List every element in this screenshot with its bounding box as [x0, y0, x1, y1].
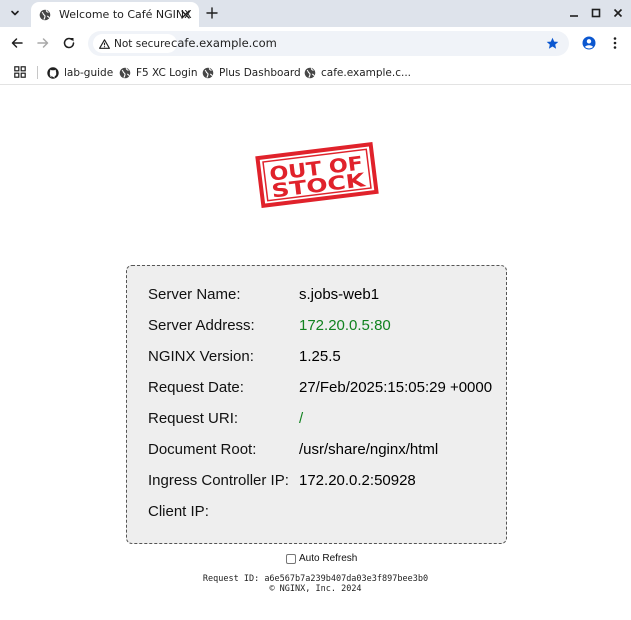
value-nginx-version: 1.25.5: [299, 348, 341, 365]
security-label: Not secure: [114, 37, 171, 50]
new-tab-icon[interactable]: [205, 6, 219, 20]
request-id: Request ID: a6e567b7a239b407da03e3f897be…: [202, 574, 429, 584]
bookmark-label: Plus Dashboard: [219, 66, 301, 79]
maximize-icon[interactable]: [590, 7, 602, 19]
minimize-icon[interactable]: [568, 7, 580, 19]
apps-grid-icon[interactable]: [14, 66, 26, 78]
bookmark-label: lab-guide: [64, 66, 114, 79]
chevron-down-icon: [11, 10, 19, 16]
reload-icon[interactable]: [62, 36, 76, 50]
label-nginx-version: NGINX Version:: [148, 348, 254, 365]
github-icon: [47, 66, 59, 79]
star-icon[interactable]: [546, 37, 559, 50]
tab-strip: Welcome to Café NGINX: [0, 0, 631, 27]
label-request-uri: Request URI:: [148, 410, 239, 427]
auto-refresh-checkbox[interactable]: [286, 553, 296, 564]
value-request-date: 27/Feb/2025:15:05:29 +0000: [299, 379, 493, 396]
auto-refresh-label: Auto Refresh: [299, 553, 358, 564]
label-request-date: Request Date:: [148, 379, 244, 396]
label-server-name: Server Name:: [148, 286, 241, 303]
url-text[interactable]: cafe.example.com: [171, 36, 277, 50]
auto-refresh-control[interactable]: Auto Refresh: [286, 553, 357, 564]
bookmark-lab-guide[interactable]: lab-guide: [47, 64, 113, 81]
bookmark-f5-xc-login[interactable]: F5 XC Login: [119, 64, 197, 81]
tab-title: Welcome to Café NGINX: [59, 8, 192, 21]
bookmark-label: cafe.example.c...: [321, 66, 412, 79]
forward-arrow-icon[interactable]: [36, 36, 50, 50]
label-client-ip: Client IP:: [148, 503, 209, 520]
label-server-address: Server Address:: [148, 317, 255, 334]
value-ingress-controller-ip: 172.20.0.2:50928: [299, 472, 416, 489]
bookmarks-separator: [37, 66, 38, 79]
copyright: © NGINX, Inc. 2024: [269, 584, 362, 594]
value-document-root: /usr/share/nginx/html: [299, 441, 439, 458]
globe-icon: [202, 67, 214, 78]
globe-icon: [119, 67, 131, 78]
out-of-stock-stamp: OUT OF STOCK: [255, 142, 379, 208]
value-request-uri: /: [299, 410, 304, 427]
back-arrow-icon[interactable]: [10, 36, 24, 50]
close-window-icon[interactable]: [612, 7, 624, 19]
bookmark-plus-dashboard[interactable]: Plus Dashboard: [202, 64, 301, 81]
security-chip[interactable]: Not secure: [93, 34, 177, 53]
page-content: OUT OF STOCK Server Name: s.jobs-web1 Se…: [0, 86, 631, 620]
label-ingress-controller-ip: Ingress Controller IP:: [148, 472, 289, 489]
address-bar[interactable]: Not secure cafe.example.com: [88, 31, 569, 56]
value-server-name: s.jobs-web1: [299, 286, 380, 303]
server-info-panel: Server Name: s.jobs-web1 Server Address:…: [126, 265, 507, 544]
bookmark-cafe-example[interactable]: cafe.example.c...: [304, 64, 411, 81]
tab-active[interactable]: Welcome to Café NGINX: [31, 2, 199, 27]
close-icon[interactable]: [180, 9, 191, 20]
globe-icon: [304, 67, 316, 78]
bookmarks-bar: lab-guide F5 XC Login Plus Dashboard caf…: [0, 60, 631, 85]
globe-icon: [39, 9, 51, 20]
kebab-menu-icon[interactable]: [609, 36, 621, 50]
value-server-address: 172.20.0.5:80: [299, 317, 391, 334]
profile-icon[interactable]: [582, 36, 596, 50]
browser-toolbar: Not secure cafe.example.com: [0, 27, 631, 60]
bookmark-label: F5 XC Login: [136, 66, 198, 79]
label-document-root: Document Root:: [148, 441, 257, 458]
warning-icon: [99, 38, 110, 49]
tab-search-button[interactable]: [4, 3, 26, 23]
